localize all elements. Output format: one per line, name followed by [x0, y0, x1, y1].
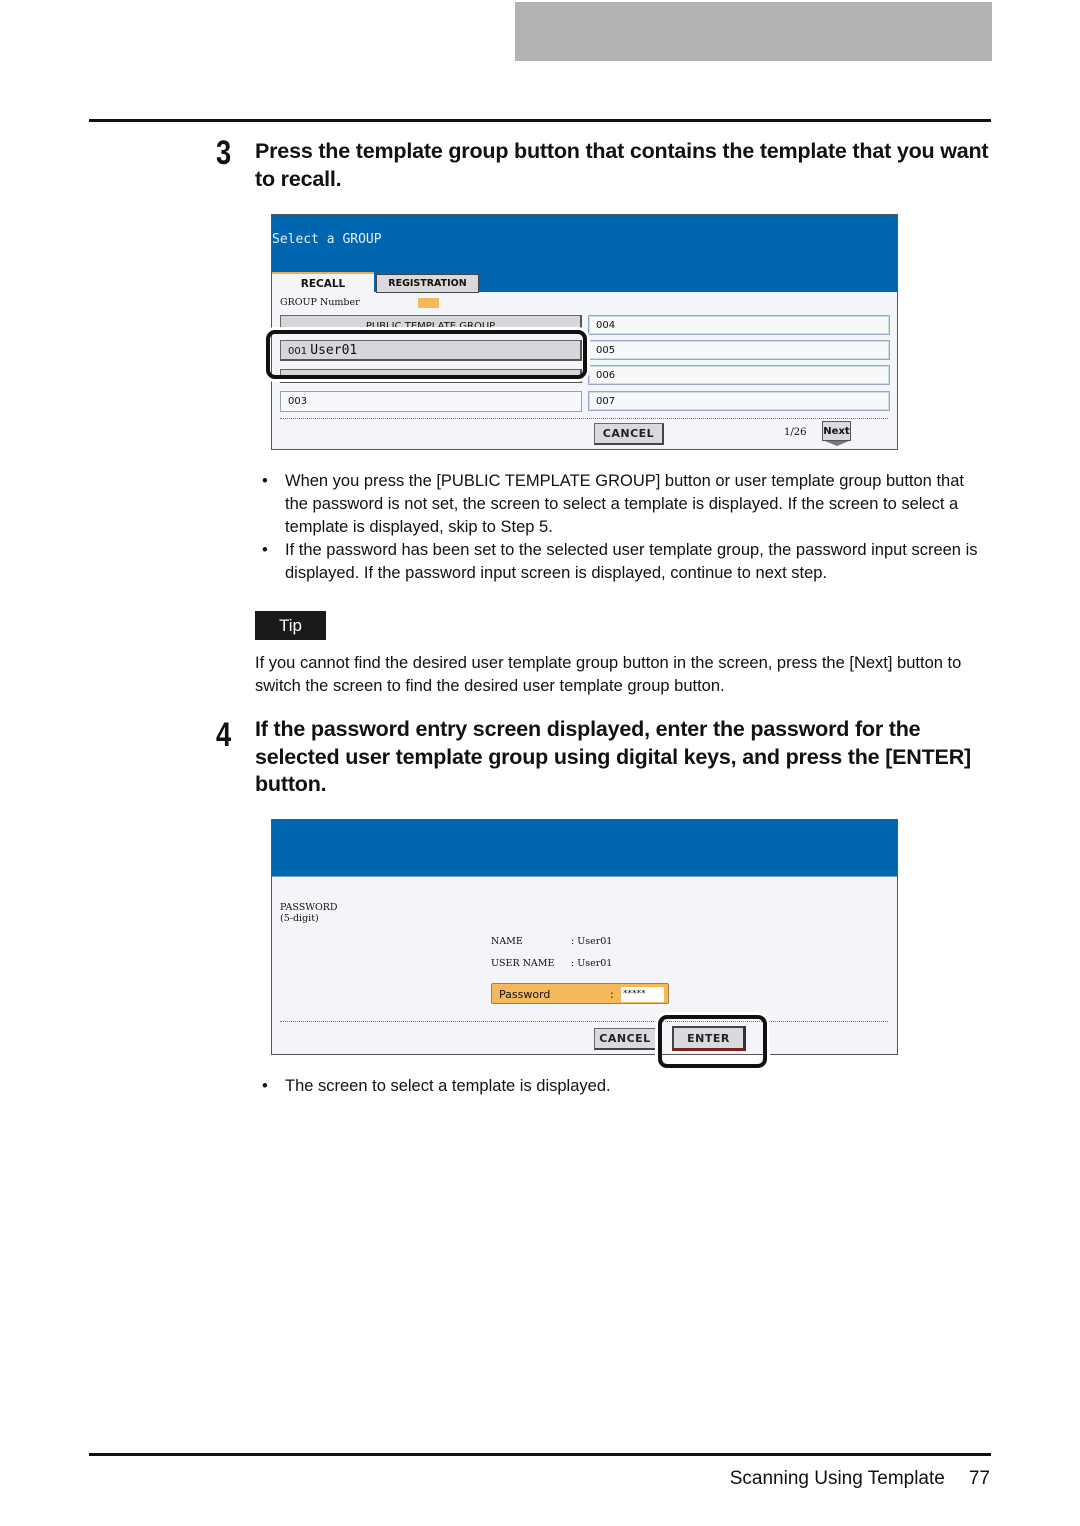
bullet-text: The screen to select a template is displ… — [285, 1077, 611, 1095]
step-3-heading: Press the template group button that con… — [255, 139, 989, 191]
group-button-005[interactable]: 005 — [588, 340, 890, 360]
list-item: • The screen to select a template is disp… — [256, 1075, 991, 1098]
bottom-rule — [89, 1453, 991, 1456]
step-4-number: 4 — [216, 716, 232, 754]
group-number: 003 — [288, 396, 308, 407]
group-button-004[interactable]: 004 — [588, 315, 890, 335]
tab-recall[interactable]: RECALL — [272, 272, 374, 296]
password-label-line1: PASSWORD — [280, 902, 338, 913]
screen-title-bar — [272, 820, 897, 877]
name-key: NAME — [491, 936, 523, 947]
header-block — [515, 2, 992, 61]
username-value: : User01 — [571, 958, 613, 969]
password-field[interactable]: Password : ***** — [491, 983, 669, 1004]
name-value: : User01 — [571, 936, 613, 947]
group-number-field — [418, 298, 439, 308]
tip-text: If you cannot find the desired user temp… — [255, 654, 962, 695]
password-label: PASSWORD (5-digit) — [280, 902, 338, 924]
bullet-text: If the password has been set to the sele… — [285, 541, 978, 582]
password-field-colon: : — [610, 988, 614, 1001]
password-label-line2: (5-digit) — [280, 913, 319, 924]
next-button[interactable]: Next — [822, 421, 851, 441]
screen-title: Select a GROUP — [272, 232, 382, 247]
group-number: 004 — [596, 320, 616, 331]
footer-section-title: Scanning Using Template — [729, 1468, 945, 1489]
step-3-number: 3 — [216, 134, 232, 172]
page-footer: Scanning Using Template 77 — [600, 1468, 990, 1490]
tab-registration[interactable]: REGISTRATION — [376, 274, 479, 293]
public-template-group-button[interactable]: PUBLIC TEMPLATE GROUP — [280, 315, 582, 329]
group-button-003[interactable]: 003 — [280, 391, 582, 412]
public-template-group-label: PUBLIC TEMPLATE GROUP — [365, 321, 496, 329]
next-arrow-icon — [825, 441, 849, 446]
group-number: 007 — [596, 396, 616, 407]
group-number-label: GROUP Number — [280, 297, 360, 308]
step-4-heading: If the password entry screen displayed, … — [255, 717, 971, 796]
username-key: USER NAME — [491, 958, 555, 969]
password-input[interactable]: ***** — [621, 987, 664, 1002]
step-4-notes: • The screen to select a template is disp… — [256, 1075, 991, 1098]
cancel-button[interactable]: CANCEL — [594, 1028, 657, 1050]
password-field-label: Password — [499, 988, 551, 1001]
name-row: NAME : User01 — [491, 936, 612, 947]
bullet-text: When you press the [PUBLIC TEMPLATE GROU… — [285, 472, 964, 536]
tip-badge: Tip — [255, 611, 326, 640]
page-number: 77 — [968, 1468, 990, 1489]
group-number: 006 — [596, 370, 616, 381]
step-3-notes: • When you press the [PUBLIC TEMPLATE GRO… — [256, 470, 991, 585]
group-button-007[interactable]: 007 — [588, 391, 890, 411]
highlight-callout — [266, 330, 587, 379]
separator — [280, 1021, 888, 1022]
bullet-icon: • — [262, 1077, 268, 1095]
page-indicator: 1/26 — [784, 427, 807, 438]
password-entry-screen: PASSWORD (5-digit) NAME : User01 USER NAM… — [271, 819, 898, 1055]
group-button-006[interactable]: 006 — [588, 365, 890, 385]
bullet-icon: • — [262, 472, 268, 490]
list-item: • When you press the [PUBLIC TEMPLATE GRO… — [256, 470, 991, 539]
separator — [280, 418, 888, 419]
group-number: 005 — [596, 345, 616, 356]
cancel-button[interactable]: CANCEL — [594, 423, 664, 445]
highlight-callout — [658, 1015, 767, 1068]
list-item: • If the password has been set to the sel… — [256, 539, 991, 585]
bullet-icon: • — [262, 541, 268, 559]
top-rule — [89, 119, 991, 122]
username-row: USER NAME : User01 — [491, 958, 612, 969]
